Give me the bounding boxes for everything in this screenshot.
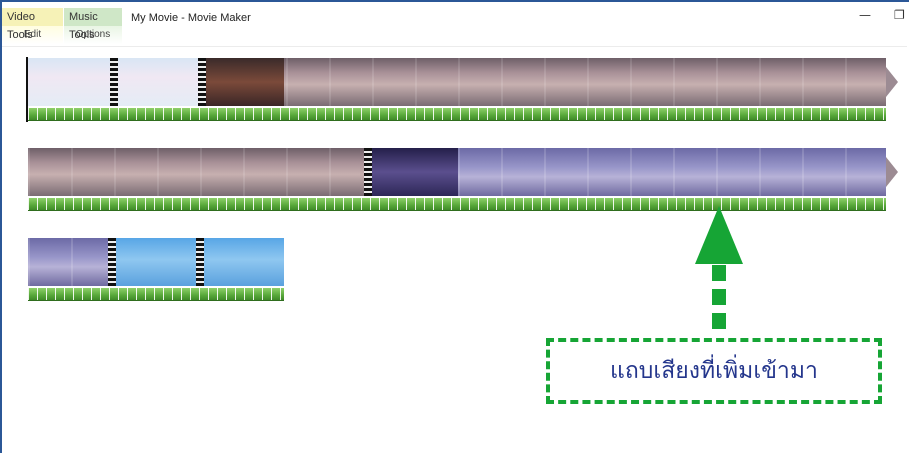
clip-separator	[364, 148, 372, 196]
storyboard-row-1	[28, 58, 900, 124]
ribbon-divider	[2, 46, 907, 47]
video-clip[interactable]	[372, 148, 458, 196]
clip-separator	[196, 238, 204, 286]
arrow-up-icon	[695, 206, 743, 264]
clip-end-arrow-icon	[886, 157, 898, 187]
storyboard-row-3	[28, 238, 288, 304]
audio-track[interactable]	[28, 198, 886, 211]
audio-track[interactable]	[28, 288, 284, 301]
video-clip[interactable]	[116, 238, 196, 286]
arrow-shaft	[712, 265, 726, 337]
clip-end-arrow-icon	[886, 67, 898, 97]
annotation-box: แถบเสียงที่เพิ่มเข้ามา	[546, 338, 882, 404]
clip-separator	[108, 238, 116, 286]
annotation-label: แถบเสียงที่เพิ่มเข้ามา	[610, 358, 818, 384]
video-clip-strip[interactable]	[28, 148, 364, 196]
video-clip[interactable]	[118, 58, 198, 106]
window-title: My Movie - Movie Maker	[131, 12, 251, 24]
minimize-icon[interactable]: —	[859, 8, 871, 22]
storyboard-row-2	[28, 148, 900, 214]
playhead[interactable]	[26, 57, 28, 122]
video-clip[interactable]	[204, 238, 284, 286]
clip-separator	[110, 58, 118, 106]
maximize-icon[interactable]: ❐	[894, 8, 905, 22]
music-tools-label: Music Tools	[64, 8, 122, 41]
video-tools-label: Video Tools	[2, 8, 63, 41]
title-bar	[2, 2, 907, 46]
audio-track[interactable]	[28, 108, 886, 121]
video-clip-strip[interactable]	[458, 148, 886, 196]
video-clip[interactable]	[28, 58, 110, 106]
video-tools-group: Video Tools Edit	[2, 8, 63, 44]
video-clip-strip[interactable]	[28, 238, 108, 286]
video-clip[interactable]	[206, 58, 284, 106]
clip-separator	[198, 58, 206, 106]
music-tools-group: Music Tools Options	[64, 8, 122, 44]
